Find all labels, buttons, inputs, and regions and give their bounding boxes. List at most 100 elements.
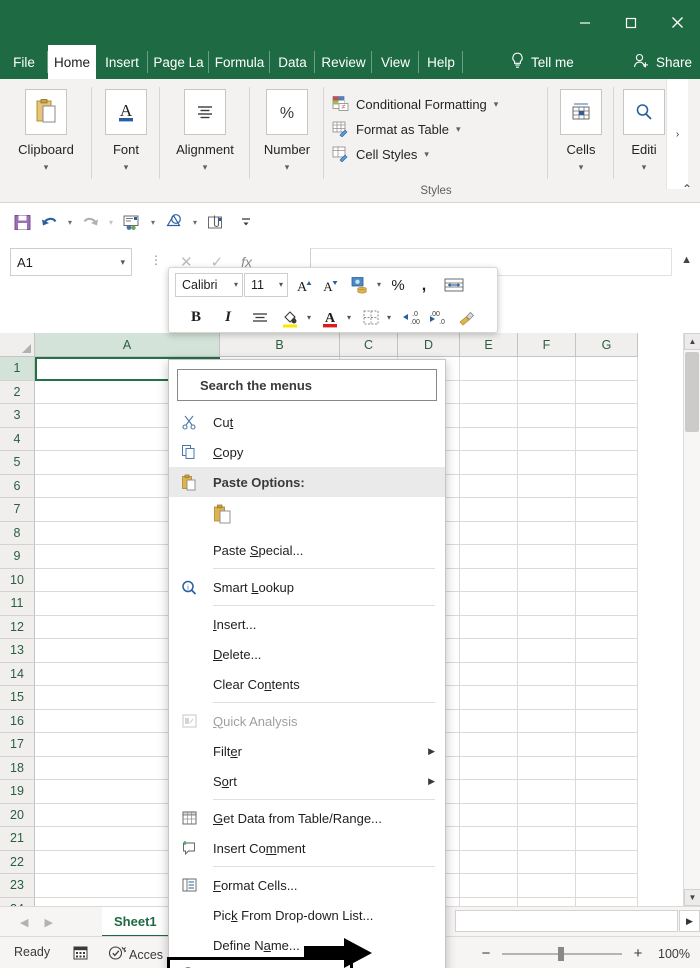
minimize-icon[interactable]: [562, 0, 608, 45]
attach-icon[interactable]: [203, 208, 228, 236]
scroll-right-icon[interactable]: ▶: [679, 910, 700, 932]
number-format-chevron-down-icon[interactable]: ▾: [373, 280, 385, 289]
context-menu-item-smart-lookup[interactable]: i Smart Lookup: [169, 572, 445, 602]
formula-bar-grip[interactable]: ⋮: [150, 253, 162, 267]
email-icon[interactable]: [119, 208, 145, 236]
row-header-17[interactable]: 17: [0, 733, 35, 757]
row-header-21[interactable]: 21: [0, 827, 35, 851]
cell-F15[interactable]: [518, 686, 576, 710]
row-header-10[interactable]: 10: [0, 568, 35, 592]
name-box[interactable]: A1 ▾: [10, 248, 132, 276]
cell-E8[interactable]: [460, 521, 518, 545]
chevron-down-icon[interactable]: ▾: [456, 124, 461, 135]
cell-E20[interactable]: [460, 803, 518, 827]
zoom-out-button[interactable]: −: [480, 945, 492, 962]
row-header-22[interactable]: 22: [0, 850, 35, 874]
row-header-14[interactable]: 14: [0, 662, 35, 686]
cell-E24[interactable]: [460, 897, 518, 906]
cell-F10[interactable]: [518, 568, 576, 592]
cell-E10[interactable]: [460, 568, 518, 592]
ribbon-overflow-chevron-icon[interactable]: ›: [666, 79, 688, 189]
cell-E17[interactable]: [460, 733, 518, 757]
row-header-20[interactable]: 20: [0, 803, 35, 827]
cell-G16[interactable]: [576, 709, 638, 733]
cell-F11[interactable]: [518, 592, 576, 616]
cell-G21[interactable]: [576, 827, 638, 851]
cell-G14[interactable]: [576, 662, 638, 686]
row-header-11[interactable]: 11: [0, 592, 35, 616]
column-header-D[interactable]: D: [398, 333, 460, 357]
row-header-3[interactable]: 3: [0, 404, 35, 428]
cell-F7[interactable]: [518, 498, 576, 522]
cell-F19[interactable]: [518, 780, 576, 804]
context-menu-item-sort[interactable]: Sort ▶: [169, 766, 445, 796]
tab-data[interactable]: Data: [270, 45, 315, 79]
column-header-E[interactable]: E: [460, 333, 518, 357]
cell-F18[interactable]: [518, 756, 576, 780]
tab-insert[interactable]: Insert: [96, 45, 148, 79]
cell-G13[interactable]: [576, 639, 638, 663]
record-macro-icon[interactable]: [72, 945, 89, 966]
cell-F8[interactable]: [518, 521, 576, 545]
chevron-down-icon[interactable]: ▾: [228, 280, 238, 289]
paste-option-icon[interactable]: [213, 504, 232, 529]
ribbon-group-editing[interactable]: Editi ▾: [614, 79, 674, 203]
cell-G5[interactable]: [576, 451, 638, 475]
cell-E3[interactable]: [460, 404, 518, 428]
context-menu-item-get-data-from-table-range[interactable]: Get Data from Table/Range...: [169, 803, 445, 833]
fill-color-icon[interactable]: [277, 305, 303, 331]
prev-sheet-icon[interactable]: ◀: [20, 916, 28, 929]
percent-style-icon[interactable]: %: [385, 272, 411, 298]
next-sheet-icon[interactable]: ▶: [44, 916, 52, 929]
context-menu-item-pick-from-drop-down-list[interactable]: Pick From Drop-down List...: [169, 900, 445, 930]
scroll-up-icon[interactable]: ▲: [684, 333, 700, 350]
maximize-icon[interactable]: [608, 0, 654, 45]
increase-decimal-icon[interactable]: .00 .0: [425, 305, 451, 331]
cell-G1[interactable]: [576, 357, 638, 381]
editing-find-icon[interactable]: [623, 89, 665, 135]
context-menu-item-paste-special[interactable]: Paste Special...: [169, 535, 445, 565]
customize-qat-icon[interactable]: [236, 208, 256, 236]
tab-home[interactable]: Home: [48, 45, 96, 79]
cell-F12[interactable]: [518, 615, 576, 639]
context-menu-item-cut[interactable]: Cut: [169, 407, 445, 437]
undo-icon[interactable]: [37, 208, 62, 236]
cell-G6[interactable]: [576, 474, 638, 498]
editing-chevron-down-icon[interactable]: ▾: [642, 162, 647, 173]
search-menus-input[interactable]: Search the menus: [177, 369, 437, 401]
cell-E18[interactable]: [460, 756, 518, 780]
cell-G11[interactable]: [576, 592, 638, 616]
cell-E2[interactable]: [460, 380, 518, 404]
context-menu-item-delete[interactable]: Delete...: [169, 639, 445, 669]
cell-F2[interactable]: [518, 380, 576, 404]
zoom-level-label[interactable]: 100%: [654, 947, 690, 961]
cell-E11[interactable]: [460, 592, 518, 616]
scroll-down-icon[interactable]: ▼: [684, 889, 700, 906]
row-header-13[interactable]: 13: [0, 639, 35, 663]
cell-E21[interactable]: [460, 827, 518, 851]
row-header-15[interactable]: 15: [0, 686, 35, 710]
cell-styles-button[interactable]: Cell Styles ▾: [332, 142, 548, 167]
row-header-5[interactable]: 5: [0, 451, 35, 475]
cell-G15[interactable]: [576, 686, 638, 710]
touch-mode-icon[interactable]: [161, 208, 187, 236]
row-header-6[interactable]: 6: [0, 474, 35, 498]
cell-F20[interactable]: [518, 803, 576, 827]
format-as-table-button[interactable]: Format as Table ▾: [332, 117, 548, 142]
borders-icon[interactable]: [359, 305, 383, 331]
ribbon-group-clipboard[interactable]: Clipboard ▾: [0, 79, 92, 203]
column-header-F[interactable]: F: [518, 333, 576, 357]
comma-style-icon[interactable]: ,: [411, 272, 437, 298]
ribbon-group-cells[interactable]: Cells ▾: [548, 79, 614, 203]
cell-F13[interactable]: [518, 639, 576, 663]
cell-E23[interactable]: [460, 874, 518, 898]
collapse-ribbon-icon[interactable]: ⌃: [682, 182, 692, 196]
cell-G12[interactable]: [576, 615, 638, 639]
redo-chevron-down-icon[interactable]: ▾: [105, 218, 117, 227]
horizontal-scrollbar[interactable]: ▶: [455, 910, 700, 932]
cell-F17[interactable]: [518, 733, 576, 757]
cell-G24[interactable]: [576, 897, 638, 906]
tab-view[interactable]: View: [372, 45, 419, 79]
cell-E12[interactable]: [460, 615, 518, 639]
column-header-A[interactable]: A: [35, 333, 220, 357]
